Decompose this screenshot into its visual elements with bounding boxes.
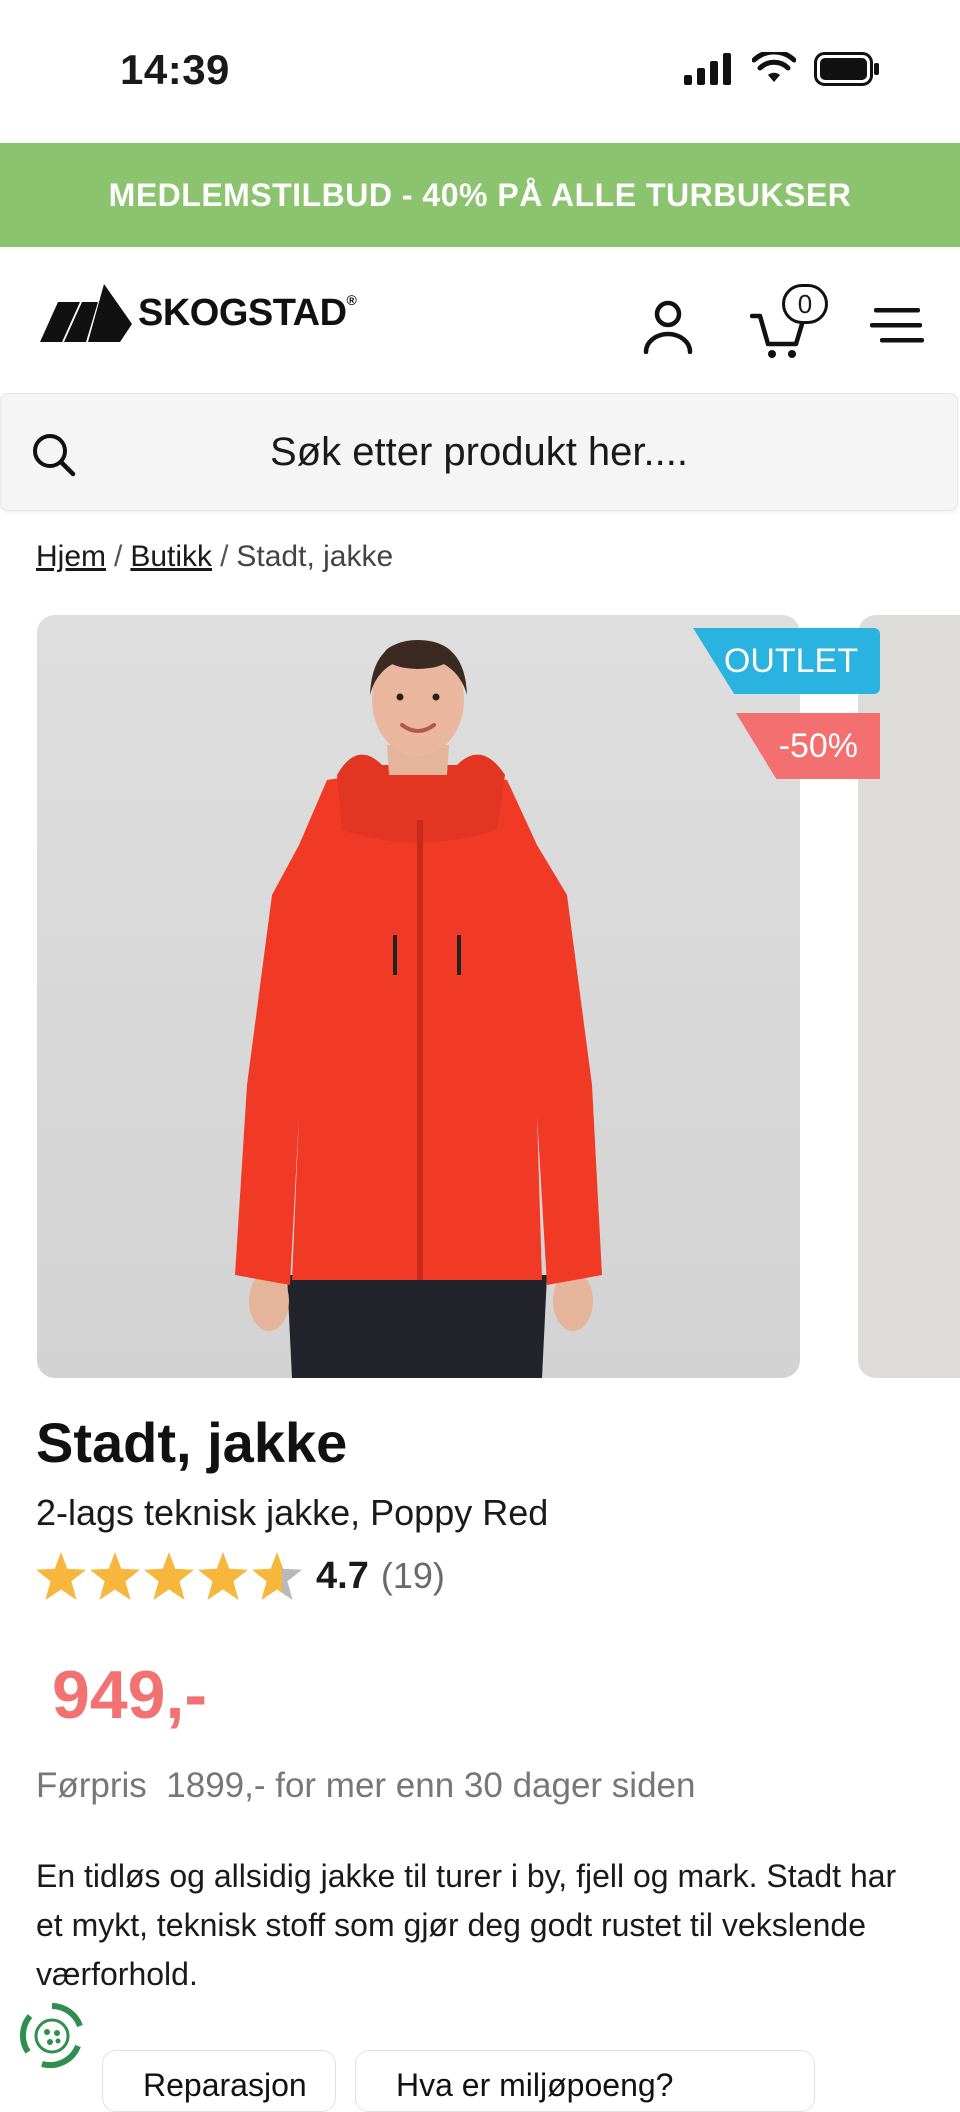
logo-text: SKOGSTAD® [138, 291, 357, 334]
status-icons [684, 52, 880, 86]
skogstad-logo[interactable]: SKOGSTAD® [40, 282, 357, 344]
product-subtitle: 2-lags teknisk jakke, Poppy Red [36, 1492, 549, 1533]
breadcrumb-home[interactable]: Hjem [36, 540, 106, 573]
partial-star-icon [252, 1552, 302, 1600]
status-time: 14:39 [120, 46, 230, 93]
battery-icon [814, 52, 879, 86]
rating-value: 4.7 [316, 1554, 369, 1597]
account-button[interactable] [640, 298, 696, 355]
jacket-model-image [37, 615, 800, 1378]
cart-count-badge: 0 [782, 284, 828, 324]
previous-price: Førpris 1899,- for mer enn 30 dager side… [36, 1766, 696, 1805]
breadcrumb-shop[interactable]: Butikk [130, 540, 212, 573]
breadcrumb-separator: / [220, 540, 229, 573]
search-input[interactable]: Søk etter produkt her.... [1, 430, 957, 475]
eco-points-chip[interactable]: Hva er miljøpoeng? [355, 2050, 815, 2112]
logo-mark-icon [40, 284, 132, 342]
promo-banner[interactable]: MEDLEMSTILBUD - 40% PÅ ALLE TURBUKSER [0, 143, 960, 247]
wifi-icon [752, 52, 796, 82]
search-bar[interactable]: Søk etter produkt her.... [0, 393, 958, 511]
hamburger-menu-icon [870, 308, 924, 343]
product-rating[interactable]: 4.7 (19) [36, 1552, 445, 1600]
eco-points-chip-label: Hva er miljøpoeng? [396, 2067, 674, 2103]
repair-chip-label: Reparasjon [143, 2067, 307, 2103]
user-icon [643, 300, 693, 355]
menu-button[interactable] [870, 306, 926, 346]
star-icon [144, 1552, 194, 1600]
star-icon [90, 1552, 140, 1600]
cart-button[interactable]: 0 [750, 284, 836, 358]
star-icon [198, 1552, 248, 1600]
product-description: En tidløs og allsidig jakke til turer i … [36, 1858, 897, 1992]
star-icon [36, 1552, 86, 1600]
signal-icon [684, 53, 731, 85]
eco-points-icon[interactable] [16, 2000, 88, 2072]
recycle-icon [19, 2003, 85, 2069]
promo-text: MEDLEMSTILBUD - 40% PÅ ALLE TURBUKSER [108, 176, 852, 213]
breadcrumb-current: Stadt, jakke [236, 540, 394, 573]
breadcrumb-separator: / [114, 540, 123, 573]
product-image[interactable] [37, 615, 800, 1378]
repair-chip[interactable]: Reparasjon [102, 2050, 336, 2112]
breadcrumb: Hjem / Butikk / Stadt, jakke [36, 540, 393, 574]
product-title: Stadt, jakke [36, 1411, 348, 1474]
product-price: 949,- [52, 1657, 207, 1733]
rating-count[interactable]: (19) [381, 1555, 445, 1597]
